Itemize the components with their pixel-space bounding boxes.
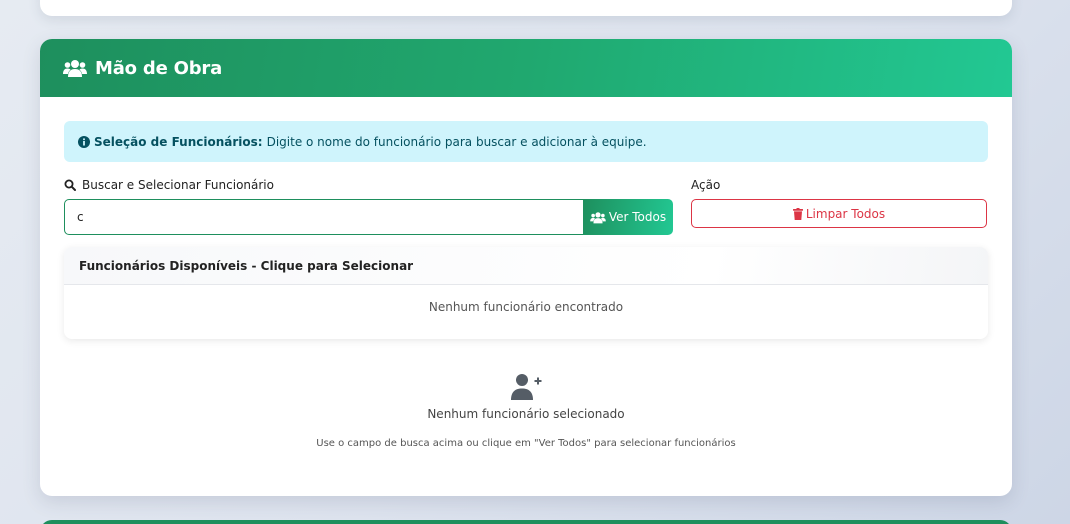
view-all-label: Ver Todos: [608, 210, 667, 224]
search-icon: [64, 179, 76, 191]
previous-card: [40, 0, 1012, 16]
action-label: Ação: [691, 178, 721, 192]
alert-title: Seleção de Funcionários:: [94, 134, 263, 149]
selected-empty-hint: Use o campo de busca acima ou clique em …: [316, 438, 736, 449]
info-circle-icon: [78, 135, 90, 148]
users-icon: [63, 58, 87, 78]
trash-icon: [792, 207, 803, 220]
available-employees-header: Funcionários Disponíveis - Clique para S…: [64, 247, 988, 285]
selected-empty-title: Nenhum funcionário selecionado: [427, 407, 625, 421]
clear-all-label: Limpar Todos: [805, 206, 886, 221]
view-all-button[interactable]: Ver Todos: [583, 199, 673, 235]
search-label-text: Buscar e Selecionar Funcionário: [82, 178, 274, 192]
available-employees-panel: Funcionários Disponíveis - Clique para S…: [64, 247, 988, 339]
employee-search-input[interactable]: [64, 199, 584, 235]
users-icon: [590, 211, 606, 224]
info-alert: Seleção de Funcionários: Digite o nome d…: [64, 121, 988, 162]
available-employees-empty: Nenhum funcionário encontrado: [428, 300, 624, 314]
section-title: Mão de Obra: [95, 57, 223, 79]
alert-text: Digite o nome do funcionário para buscar…: [266, 134, 647, 149]
next-card: [40, 520, 1012, 524]
labor-card: Mão de Obra Seleção de Funcionários: Dig…: [40, 39, 1012, 496]
search-label: Buscar e Selecionar Funcionário: [64, 178, 274, 192]
user-plus-icon: [509, 373, 543, 401]
clear-all-button[interactable]: Limpar Todos: [691, 199, 987, 228]
selected-employees-empty-state: Nenhum funcionário selecionado Use o cam…: [40, 373, 1012, 449]
card-header: Mão de Obra: [40, 39, 1012, 97]
